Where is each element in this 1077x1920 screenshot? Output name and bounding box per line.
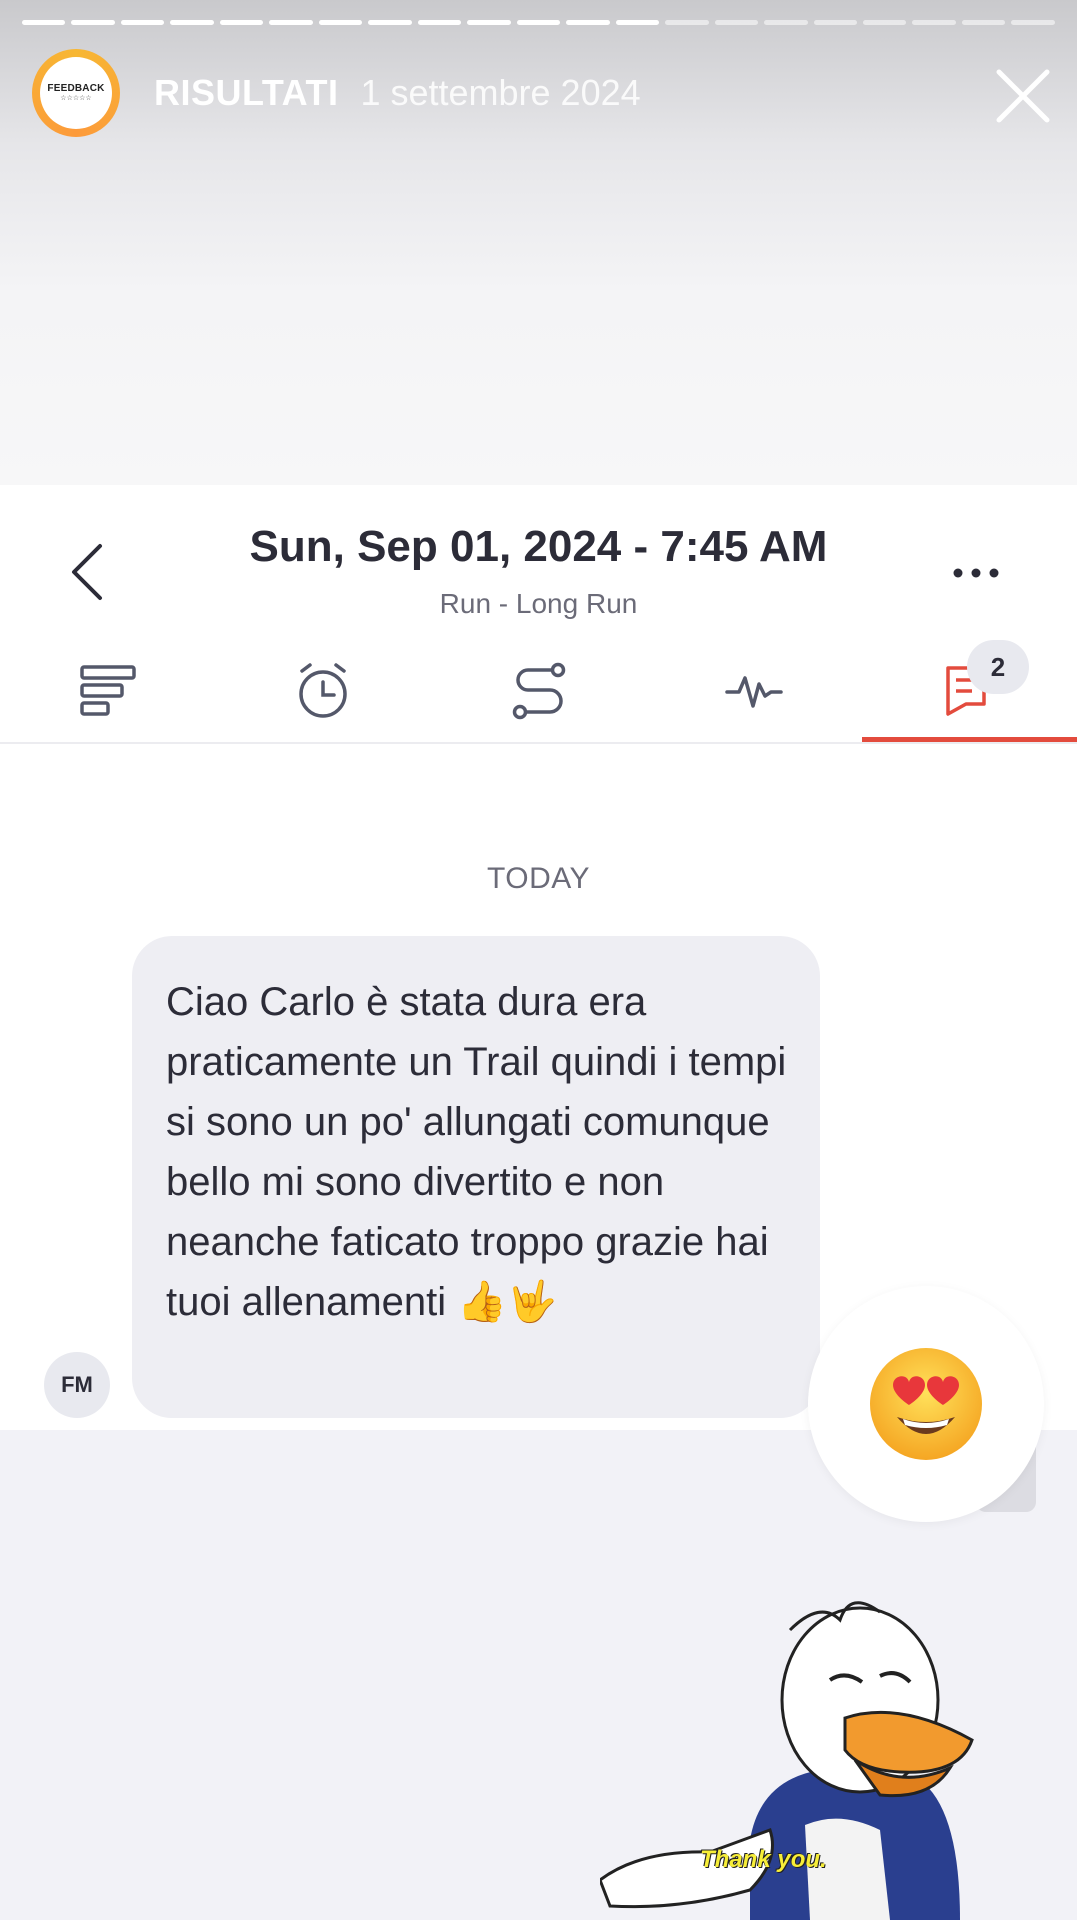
more-options-icon[interactable] [950,560,1002,586]
progress-segment [961,20,1006,25]
workout-title: Sun, Sep 01, 2024 - 7:45 AM [249,522,828,571]
reaction-sticker[interactable] [808,1286,1044,1522]
progress-segment [1011,20,1055,25]
day-separator: TODAY [486,862,591,895]
progress-segment [862,20,907,25]
avatar-stars: ☆☆☆☆☆ [60,95,92,102]
tab-route[interactable] [431,640,646,742]
avatar-logo: FEEDBACK ☆☆☆☆☆ [40,57,112,129]
message-bubble[interactable]: Ciao Carlo è stata dura era praticamente… [132,936,820,1418]
summary-icon [79,665,136,716]
progress-segment [764,20,808,25]
progress-segment [417,20,462,25]
progress-segment [813,20,857,25]
progress-segment [318,20,363,25]
progress-segment [566,20,610,25]
story-header: FEEDBACK ☆☆☆☆☆ RISULTATI 1 settembre 202… [32,49,1052,137]
progress-segment [368,20,412,25]
tab-summary[interactable] [0,640,215,742]
sticker-caption: Thank you. [700,1846,827,1873]
story-progress-bar [22,20,1055,26]
progress-segment [219,20,264,25]
story-title[interactable]: RISULTATI [154,72,338,114]
message-text: Ciao Carlo è stata dura era praticamente… [166,980,787,1324]
heart-eyes-emoji-icon [870,1348,982,1460]
sender-avatar[interactable]: FM [44,1352,110,1418]
story-date: 1 settembre 2024 [360,72,641,113]
route-icon [512,662,565,720]
workout-subtitle: Run - Long Run [439,588,638,619]
avatar-label: FEEDBACK [47,83,105,94]
progress-segment [22,20,66,25]
progress-segment [170,20,214,25]
progress-segment [714,20,759,25]
timer-icon [299,663,347,718]
tab-bar: 2 [0,640,1077,742]
tab-activity[interactable] [646,640,861,742]
story-avatar[interactable]: FEEDBACK ☆☆☆☆☆ [32,49,120,137]
tab-timer[interactable] [215,640,430,742]
comments-count-badge: 2 [967,640,1030,694]
progress-segment [120,20,165,25]
progress-segment [912,20,956,25]
progress-segment [665,20,709,25]
activity-icon [725,676,783,708]
progress-segment [71,20,115,25]
progress-segment [269,20,313,25]
close-icon[interactable] [995,68,1051,124]
tab-comments[interactable]: 2 [861,640,1077,742]
progress-segment [467,20,511,25]
progress-segment [516,20,561,25]
progress-segment [615,20,660,25]
